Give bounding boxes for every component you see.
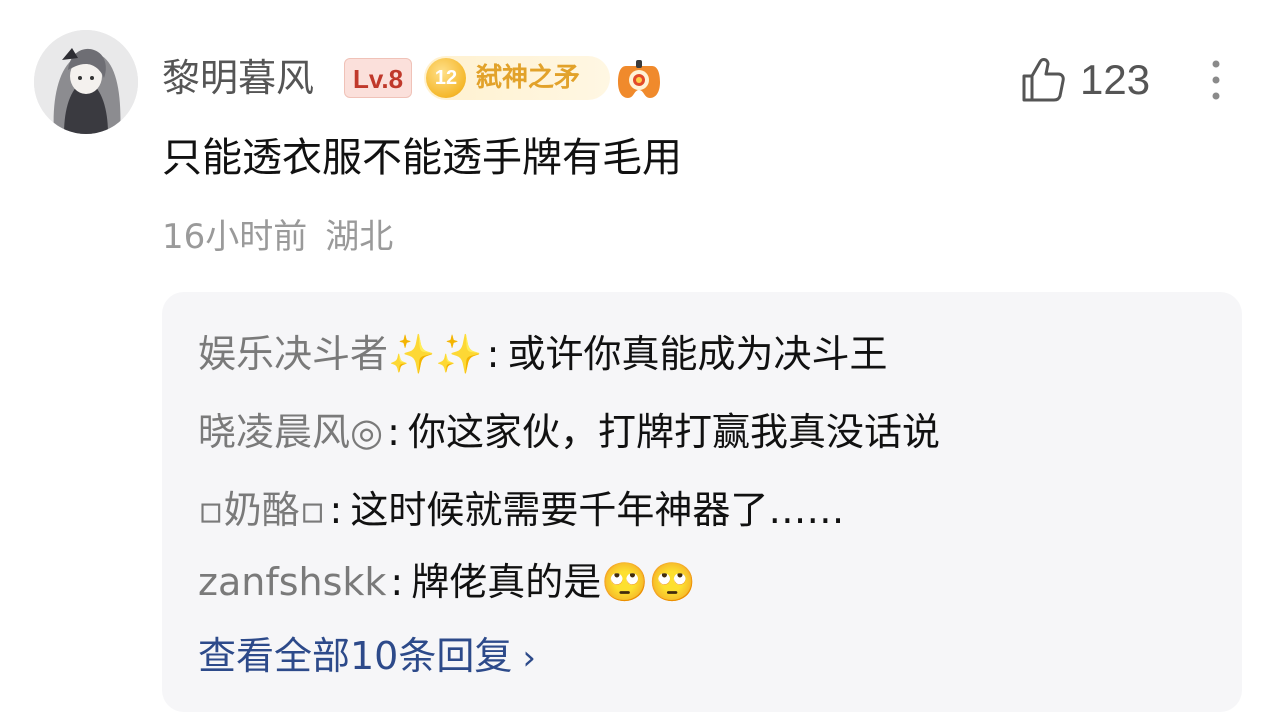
- medal-name: 弑神之矛: [476, 63, 581, 93]
- reply-author[interactable]: 晓凌晨风◎: [198, 410, 383, 454]
- gamepad-icon: [616, 58, 662, 100]
- reply-separator: :: [390, 560, 404, 604]
- comment-location: 湖北: [325, 217, 394, 257]
- fan-medal-badge[interactable]: 12 弑神之矛: [424, 56, 610, 100]
- reply-separator: :: [329, 488, 343, 532]
- reply-item[interactable]: 娱乐决斗者✨✨: 或许你真能成为决斗王: [198, 326, 887, 382]
- chevron-right-icon: ›: [522, 638, 536, 678]
- reply-item[interactable]: zanfshskk: 牌佬真的是🙄🙄: [198, 554, 696, 610]
- medal-level: 12: [426, 58, 466, 98]
- comment-time: 16小时前: [162, 217, 308, 257]
- reply-author[interactable]: 娱乐决斗者✨✨: [198, 332, 483, 376]
- reply-text: 这时候就需要千年神器了……: [350, 488, 845, 532]
- thumb-up-icon: [1022, 58, 1065, 102]
- reply-separator: :: [387, 410, 400, 454]
- reply-list: 娱乐决斗者✨✨: 或许你真能成为决斗王 晓凌晨风◎: 你这家伙，打牌打赢我真没话说 …: [162, 292, 1242, 712]
- comment-meta: 16小时前 湖北: [162, 214, 393, 260]
- reply-item[interactable]: 晓凌晨风◎: 你这家伙，打牌打赢我真没话说: [198, 404, 940, 460]
- avatar[interactable]: [34, 30, 138, 134]
- reply-text: 牌佬真的是🙄🙄: [411, 560, 696, 604]
- reply-author[interactable]: zanfshskk: [198, 560, 386, 604]
- like-button[interactable]: 123: [1020, 54, 1160, 106]
- reply-separator: :: [486, 332, 500, 376]
- level-badge: Lv.8: [344, 58, 413, 98]
- more-options-icon[interactable]: [1200, 56, 1232, 104]
- reply-text: 你这家伙，打牌打赢我真没话说: [407, 410, 940, 454]
- reply-text: 或许你真能成为决斗王: [507, 332, 888, 376]
- view-all-replies-link[interactable]: 查看全部10条回复 ›: [198, 628, 536, 686]
- comment-text: 只能透衣服不能透手牌有毛用: [162, 135, 682, 181]
- reply-author[interactable]: ▫奶酪▫: [198, 488, 326, 532]
- reply-item[interactable]: ▫奶酪▫: 这时候就需要千年神器了……: [198, 482, 844, 538]
- like-count: 123: [1080, 56, 1151, 103]
- view-all-label: 查看全部10条回复: [198, 634, 513, 678]
- username[interactable]: 黎明暮风: [162, 52, 314, 104]
